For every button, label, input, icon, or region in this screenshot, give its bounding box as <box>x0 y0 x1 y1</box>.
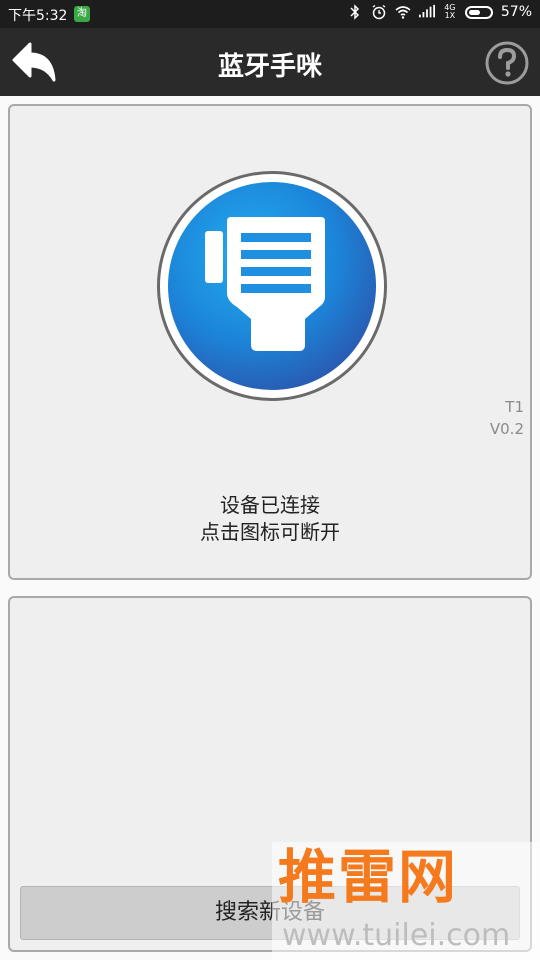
network-type: 4G 1X <box>444 3 456 20</box>
help-button[interactable] <box>484 40 530 86</box>
bluetooth-icon <box>350 4 359 20</box>
wifi-icon <box>395 6 411 19</box>
watermark: 推雷网 www.tuilei.com <box>272 842 540 960</box>
question-mark-icon <box>485 41 529 85</box>
page-title: 蓝牙手咪 <box>217 52 322 82</box>
battery-icon <box>464 5 493 19</box>
status-bar: 下午5:32 淘 4G 1X 57% <box>0 0 540 28</box>
status-line-hint: 点击图标可断开 <box>200 520 340 544</box>
device-status-panel: T1 V0.2 设备已连接 点击图标可断开 <box>8 104 532 580</box>
device-model: T1 <box>505 398 524 416</box>
device-version: T1 V0.2 <box>490 396 524 440</box>
alarm-icon <box>372 4 386 20</box>
app-notification-icon: 淘 <box>74 6 90 22</box>
connected-device-button[interactable] <box>155 169 389 403</box>
title-bar: 蓝牙手咪 <box>0 28 540 96</box>
watermark-logo: 推雷网 <box>278 843 459 911</box>
battery-level-fill <box>468 9 480 15</box>
status-line-connected: 设备已连接 <box>220 493 320 517</box>
signal-icon <box>418 4 435 18</box>
connection-status: 设备已连接 点击图标可断开 <box>10 492 530 546</box>
bluetooth-mic-icon <box>157 171 387 401</box>
watermark-url: www.tuilei.com <box>282 918 511 953</box>
status-time: 下午5:32 <box>8 8 68 24</box>
battery-percent: 57% <box>500 4 532 20</box>
firmware-version: V0.2 <box>489 420 524 438</box>
status-icons: 4G 1X 57% <box>347 4 532 20</box>
